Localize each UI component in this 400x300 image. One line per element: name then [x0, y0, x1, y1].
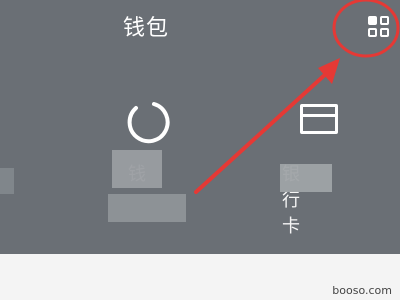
grid-cell-icon: [368, 16, 377, 25]
grid-menu-icon[interactable]: [366, 14, 394, 42]
card-stripe: [303, 114, 335, 117]
mosaic-overlay: [280, 164, 332, 192]
watermark-text: booso.com: [332, 284, 392, 297]
wallet-screen: 钱包 钱 银行卡 booso.com: [0, 0, 400, 300]
grid-cell-icon: [368, 28, 377, 37]
mosaic-overlay: [0, 168, 14, 194]
grid-cell-icon: [380, 16, 389, 25]
mosaic-overlay: [108, 194, 186, 222]
page-title: 钱包: [122, 16, 169, 41]
arrow-head-icon: [318, 58, 340, 84]
change-icon: [127, 102, 170, 144]
bank-card-icon: [300, 104, 338, 134]
grid-cell-icon: [380, 28, 389, 37]
mosaic-overlay: [112, 150, 162, 188]
